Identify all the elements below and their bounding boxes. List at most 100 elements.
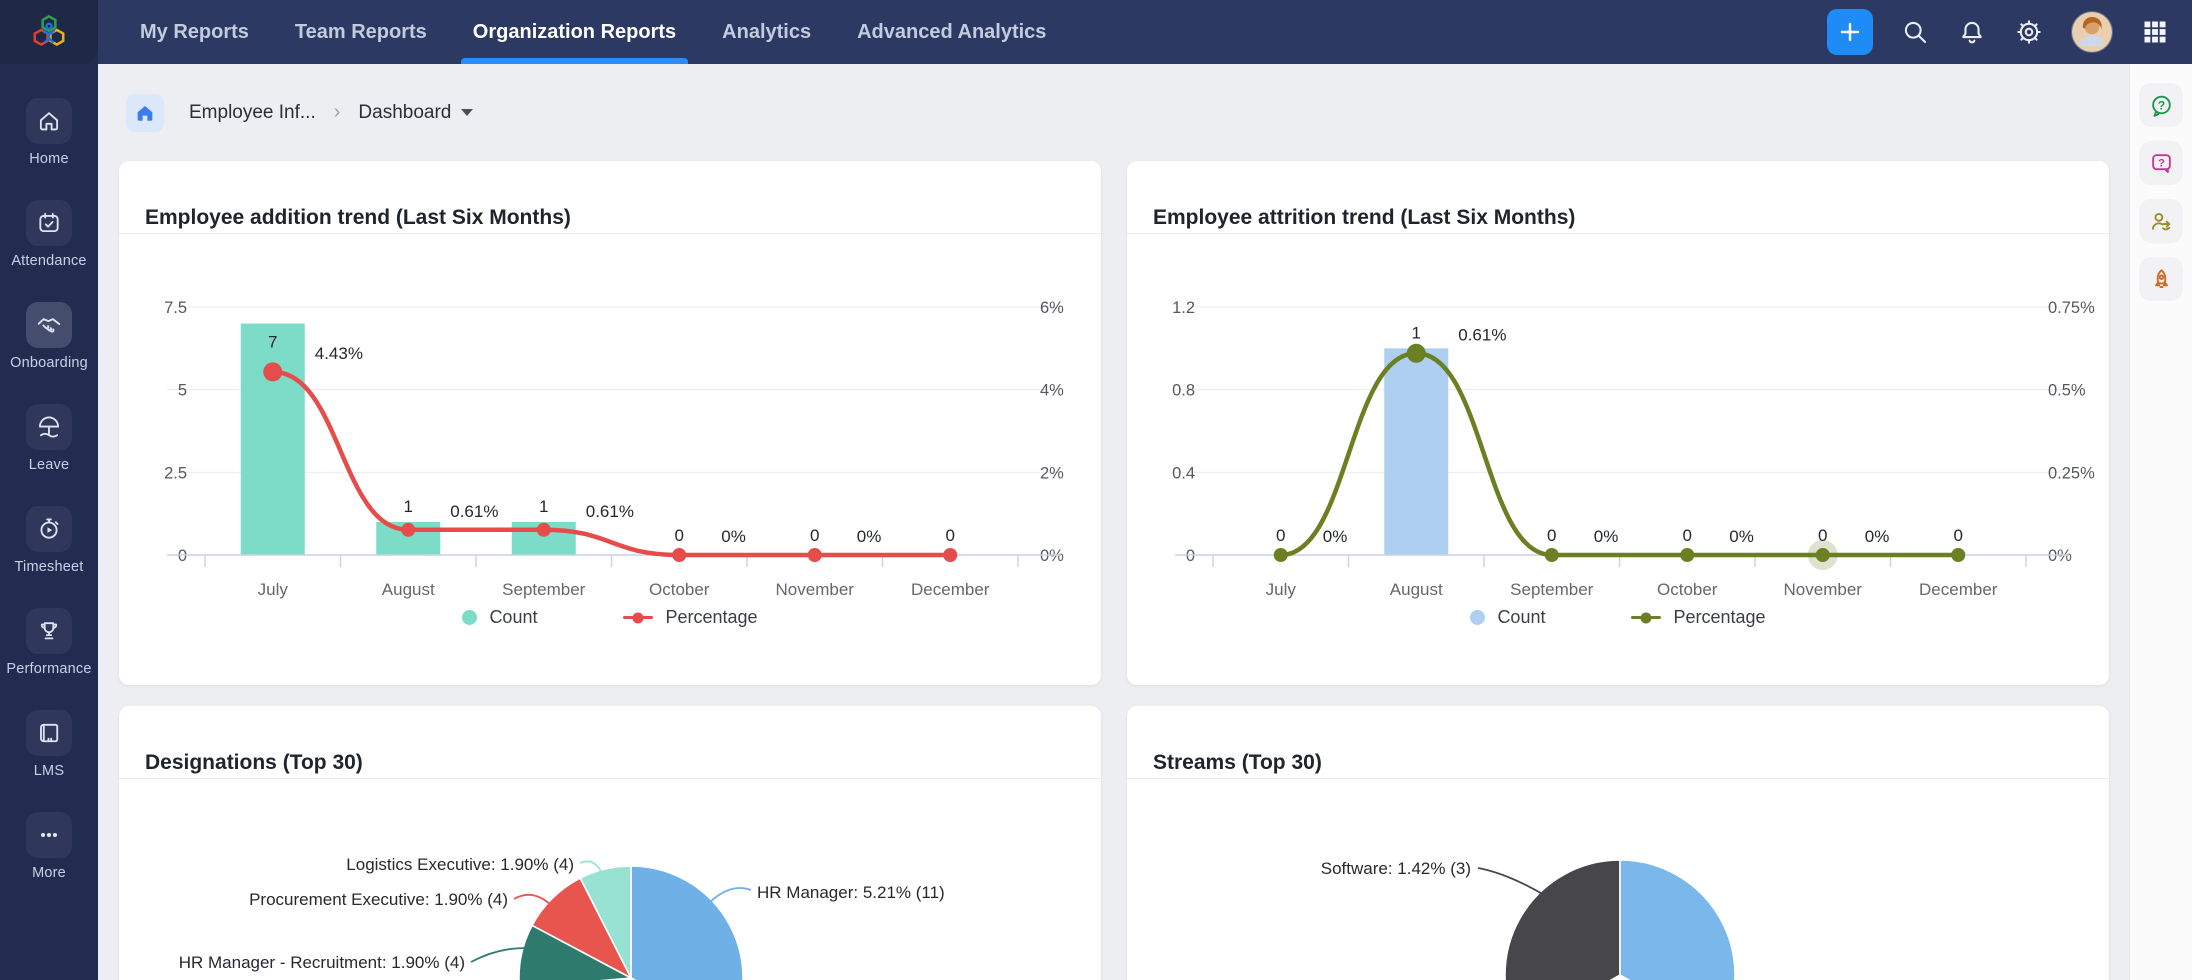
sidebar-item-onboarding[interactable]: Onboarding bbox=[10, 302, 88, 371]
settings-button[interactable] bbox=[2014, 17, 2044, 47]
attrition-trend-chart: 00%0.40.25%0.80.5%1.20.75%JulyAugustSept… bbox=[1127, 236, 2109, 616]
svg-text:?: ? bbox=[2157, 98, 2164, 112]
dashboard-grid: Employee addition trend (Last Six Months… bbox=[98, 161, 2130, 980]
timesheet-icon bbox=[26, 506, 72, 552]
tab-organization-reports[interactable]: Organization Reports bbox=[473, 0, 676, 64]
x-axis-label: December bbox=[911, 580, 990, 599]
x-axis-label: December bbox=[1919, 580, 1998, 599]
x-axis-label: August bbox=[382, 580, 435, 599]
tab-analytics[interactable]: Analytics bbox=[722, 0, 811, 64]
add-button[interactable] bbox=[1827, 9, 1873, 55]
pie-callout-label: Procurement Executive: 1.90% (4) bbox=[249, 890, 508, 909]
tab-team-reports[interactable]: Team Reports bbox=[295, 0, 427, 64]
line-point-november[interactable] bbox=[1816, 548, 1830, 562]
whats-new-rocket-button[interactable] bbox=[2139, 257, 2183, 301]
percentage-label: 0% bbox=[1323, 527, 1348, 546]
x-axis-label: July bbox=[258, 580, 289, 599]
zoho-people-logo[interactable] bbox=[0, 0, 98, 64]
tab-advanced-analytics[interactable]: Advanced Analytics bbox=[857, 0, 1046, 64]
pie-slice[interactable] bbox=[1505, 860, 1620, 980]
sidebar-item-label: Home bbox=[29, 151, 68, 167]
legend-item-count[interactable]: Count bbox=[462, 607, 537, 628]
pie-callout-label: Logistics Executive: 1.90% (4) bbox=[346, 855, 574, 874]
sidebar-item-label: LMS bbox=[34, 763, 64, 779]
bar-july[interactable] bbox=[241, 324, 305, 555]
line-point-august[interactable] bbox=[1407, 344, 1426, 363]
card-designations: Designations (Top 30) HR Manager: 5.21% … bbox=[119, 706, 1101, 980]
app-sidebar: Home Attendance Onboarding Leave Timeshe… bbox=[0, 0, 98, 980]
faq-bubble-button[interactable]: ? bbox=[2139, 141, 2183, 185]
legend-label: Percentage bbox=[1673, 607, 1765, 628]
designations-pie-chart: HR Manager: 5.21% (11)Logistics Executiv… bbox=[119, 798, 1101, 980]
user-avatar[interactable] bbox=[2071, 11, 2113, 53]
legend-item-percentage[interactable]: Percentage bbox=[1631, 607, 1765, 628]
pie-slice[interactable] bbox=[1620, 860, 1735, 980]
sidebar-item-lms[interactable]: LMS bbox=[26, 710, 72, 779]
chart-legend: Count Percentage bbox=[119, 607, 1101, 628]
x-axis-label: November bbox=[776, 580, 855, 599]
line-point-september[interactable] bbox=[1545, 548, 1559, 562]
right-axis-tick: 4% bbox=[1040, 382, 1064, 400]
left-axis-tick: 2.5 bbox=[164, 464, 187, 482]
count-label: 0 bbox=[675, 526, 684, 545]
nav-tabs: My Reports Team Reports Organization Repor… bbox=[98, 0, 1046, 64]
line-point-november[interactable] bbox=[808, 548, 822, 562]
user-share-icon bbox=[2149, 209, 2174, 234]
line-point-july[interactable] bbox=[263, 362, 282, 381]
app: Home Attendance Onboarding Leave Timeshe… bbox=[0, 0, 2192, 980]
percentage-label: 0% bbox=[857, 527, 882, 546]
search-icon bbox=[1901, 18, 1929, 46]
help-chat-button[interactable]: ? bbox=[2139, 83, 2183, 127]
x-axis-label: September bbox=[502, 580, 585, 599]
percentage-label: 0.61% bbox=[1458, 325, 1506, 344]
breadcrumb-page-selector[interactable]: Dashboard bbox=[358, 102, 451, 124]
right-axis-tick: 0% bbox=[1040, 547, 1064, 565]
line-point-october[interactable] bbox=[672, 548, 686, 562]
x-axis-label: September bbox=[1510, 580, 1593, 599]
divider bbox=[1127, 233, 2109, 234]
count-label: 0 bbox=[1276, 526, 1285, 545]
pie-slice[interactable] bbox=[631, 866, 743, 980]
sidebar-item-attendance[interactable]: Attendance bbox=[11, 200, 86, 269]
search-button[interactable] bbox=[1900, 17, 1930, 47]
breadcrumb-home-button[interactable] bbox=[126, 94, 164, 132]
count-swatch bbox=[462, 610, 477, 625]
legend-item-count[interactable]: Count bbox=[1470, 607, 1545, 628]
chart-legend: Count Percentage bbox=[1127, 607, 2109, 628]
legend-label: Percentage bbox=[665, 607, 757, 628]
count-label: 0 bbox=[946, 526, 955, 545]
sidebar-item-performance[interactable]: Performance bbox=[6, 608, 91, 677]
line-point-september[interactable] bbox=[537, 523, 551, 537]
lms-icon bbox=[26, 710, 72, 756]
notifications-button[interactable] bbox=[1957, 17, 1987, 47]
percentage-line bbox=[1281, 353, 1959, 555]
legend-item-percentage[interactable]: Percentage bbox=[623, 607, 757, 628]
sidebar-item-timesheet[interactable]: Timesheet bbox=[15, 506, 84, 575]
onboarding-icon bbox=[26, 302, 72, 348]
left-axis-tick: 0.4 bbox=[1172, 464, 1195, 482]
sidebar-item-label: Attendance bbox=[11, 253, 86, 269]
line-point-december[interactable] bbox=[943, 548, 957, 562]
count-label: 0 bbox=[1818, 526, 1827, 545]
apps-launcher-button[interactable] bbox=[2140, 17, 2170, 47]
pie-callout-label: Software: 1.42% (3) bbox=[1321, 859, 1471, 878]
gear-icon bbox=[2015, 18, 2043, 46]
chevron-down-icon[interactable] bbox=[461, 109, 473, 116]
legend-label: Count bbox=[489, 607, 537, 628]
sidebar-item-home[interactable]: Home bbox=[26, 98, 72, 167]
tab-my-reports[interactable]: My Reports bbox=[140, 0, 249, 64]
faq-bubble-icon: ? bbox=[2149, 151, 2174, 176]
line-point-july[interactable] bbox=[1274, 548, 1288, 562]
sidebar-item-more[interactable]: More bbox=[26, 812, 72, 881]
breadcrumb-module[interactable]: Employee Inf... bbox=[189, 102, 316, 124]
bar-august[interactable] bbox=[1384, 348, 1448, 555]
user-share-button[interactable] bbox=[2139, 199, 2183, 243]
sidebar-item-leave[interactable]: Leave bbox=[26, 404, 72, 473]
svg-text:?: ? bbox=[2158, 157, 2165, 169]
line-point-october[interactable] bbox=[1680, 548, 1694, 562]
zoho-people-logo-icon bbox=[26, 9, 72, 55]
line-point-december[interactable] bbox=[1951, 548, 1965, 562]
sidebar-item-label: Onboarding bbox=[10, 355, 88, 371]
divider bbox=[119, 778, 1101, 779]
line-point-august[interactable] bbox=[401, 523, 415, 537]
